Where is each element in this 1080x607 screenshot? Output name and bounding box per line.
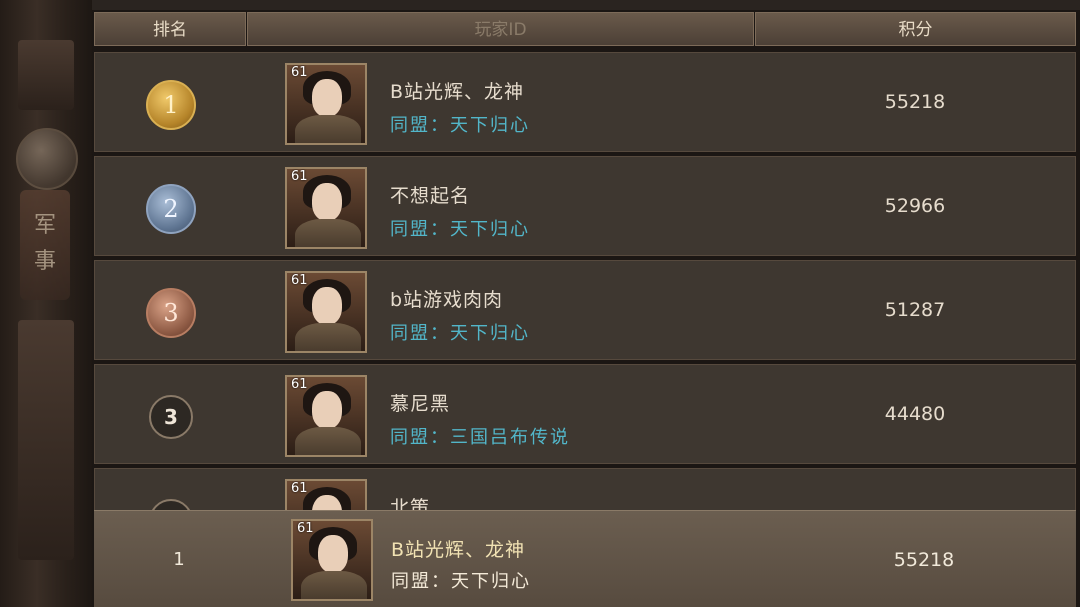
- my-rank-number: 1: [173, 549, 185, 570]
- player-avatar[interactable]: 61: [285, 375, 367, 457]
- avatar-robe: [295, 115, 361, 143]
- leaderboard-header: 排名 玩家ID 积分: [94, 12, 1076, 48]
- player-avatar[interactable]: 61: [285, 271, 367, 353]
- avatar-face: [312, 79, 342, 117]
- player-alliance: 同盟：天下归心: [390, 323, 530, 344]
- player-level: 61: [291, 65, 308, 80]
- avatar-face: [318, 535, 348, 573]
- rank-badge-icon: 3: [149, 395, 193, 439]
- my-avatar[interactable]: 61: [291, 519, 373, 601]
- avatar-robe: [295, 427, 361, 455]
- decor-post: [18, 320, 74, 560]
- rank-badge-icon: 3: [146, 288, 196, 338]
- rank-badge-icon: 2: [146, 184, 196, 234]
- rank-badge-icon: 1: [146, 80, 196, 130]
- rank-number: 1: [163, 91, 179, 119]
- header-rank: 排名: [94, 12, 246, 46]
- decor-post: [18, 40, 74, 110]
- left-background-panel: [0, 0, 92, 607]
- player-score: 52966: [884, 195, 946, 217]
- avatar-robe: [301, 571, 367, 599]
- rank-number: 2: [163, 195, 179, 223]
- avatar-robe: [295, 219, 361, 247]
- leaderboard-row[interactable]: 1 61 B站光辉、龙神 同盟：天下归心 55218: [94, 52, 1076, 152]
- leaderboard-row[interactable]: 3 61 慕尼黑同盟：三国吕布传说 44480: [94, 364, 1076, 464]
- leaderboard-row[interactable]: 3 61 b站游戏肉肉同盟：天下归心 51287: [94, 260, 1076, 360]
- player-level: 61: [291, 377, 308, 392]
- player-name: b站游戏肉肉: [390, 289, 504, 311]
- player-avatar[interactable]: 61: [285, 167, 367, 249]
- side-emblem-icon[interactable]: [16, 128, 78, 190]
- player-name: B站光辉、龙神: [390, 81, 525, 103]
- player-alliance: 同盟：三国吕布传说: [390, 427, 570, 448]
- player-avatar[interactable]: 61: [285, 63, 367, 145]
- player-score: 55218: [884, 91, 946, 113]
- rank-number: 3: [164, 405, 178, 429]
- side-tab-military[interactable]: 军 事: [20, 190, 70, 300]
- player-score: 44480: [884, 403, 946, 425]
- header-score: 积分: [755, 12, 1076, 46]
- top-border: [92, 0, 1080, 10]
- player-level: 61: [291, 169, 308, 184]
- avatar-face: [312, 391, 342, 429]
- my-player-name: B站光辉、龙神: [391, 539, 526, 561]
- player-name: 不想起名: [390, 185, 471, 207]
- my-rank-row[interactable]: 1 61 B站光辉、龙神 同盟：天下归心 55218: [94, 510, 1076, 607]
- rank-number: 3: [163, 299, 179, 327]
- player-alliance: 同盟：天下归心: [390, 219, 530, 240]
- player-name: 慕尼黑: [390, 393, 451, 415]
- side-tab-label: 军 事: [33, 213, 56, 274]
- leaderboard-row[interactable]: 2 61 不想起名同盟：天下归心 52966: [94, 156, 1076, 256]
- player-score: 51287: [884, 299, 946, 321]
- avatar-robe: [295, 323, 361, 351]
- player-level: 61: [291, 481, 308, 496]
- avatar-face: [312, 183, 342, 221]
- player-level: 61: [291, 273, 308, 288]
- my-alliance: 同盟：天下归心: [391, 571, 531, 592]
- header-player-id: 玩家ID: [247, 12, 754, 46]
- player-alliance: 同盟：天下归心: [390, 115, 530, 136]
- my-score: 55218: [893, 549, 955, 571]
- avatar-face: [312, 287, 342, 325]
- my-level: 61: [297, 521, 314, 536]
